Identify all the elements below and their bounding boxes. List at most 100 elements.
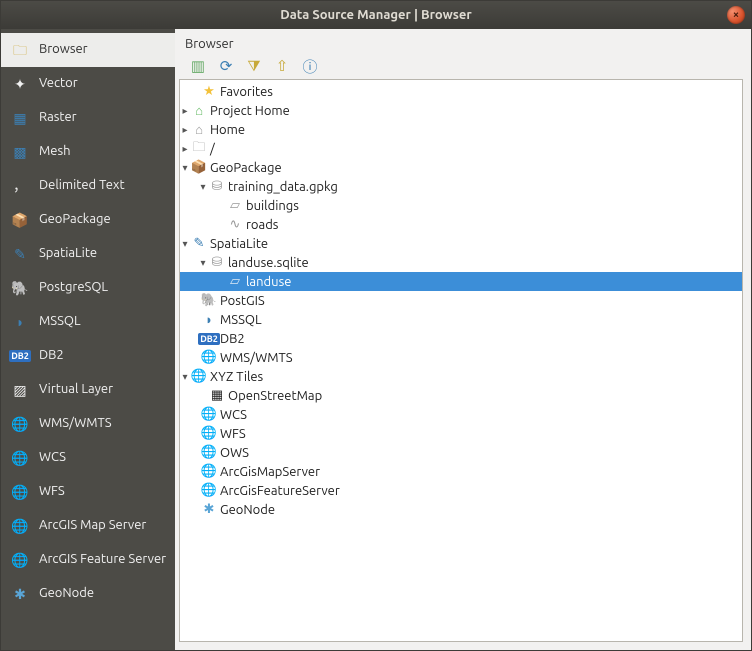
sidebar-item-browser[interactable]: 🗀 Browser (1, 33, 175, 67)
virtual-icon: ▨ (9, 379, 31, 401)
sidebar-label: DB2 (39, 348, 64, 364)
geonode-icon: ✱ (9, 583, 31, 605)
sidebar-label: MSSQL (39, 314, 81, 330)
db2-icon: DB2 (200, 331, 218, 347)
sidebar-item-geonode[interactable]: ✱ GeoNode (1, 577, 175, 611)
sidebar-label: PostgreSQL (39, 280, 108, 296)
sidebar-item-raster[interactable]: ▦ Raster (1, 101, 175, 135)
sidebar-label: GeoPackage (39, 212, 111, 228)
sidebar-item-geopackage[interactable]: 📦 GeoPackage (1, 203, 175, 237)
star-icon: ★ (200, 84, 218, 100)
tree-ows[interactable]: 🌐OWS (180, 443, 742, 462)
sidebar-label: SpatiaLite (39, 246, 97, 262)
sidebar-item-spatialite[interactable]: ✎ SpatiaLite (1, 237, 175, 271)
line-icon: ∿ (226, 217, 244, 233)
add-layer-button[interactable]: ▥ (189, 57, 207, 75)
database-icon: ⛁ (208, 255, 226, 271)
geopackage-icon: 📦 (190, 160, 208, 176)
postgres-icon: 🐘 (9, 277, 31, 299)
sidebar-label: WCS (39, 450, 66, 466)
raster-icon: ▦ (9, 107, 31, 129)
sidebar-item-virtual[interactable]: ▨ Virtual Layer (1, 373, 175, 407)
tree-db2[interactable]: DB2DB2 (180, 329, 742, 348)
sidebar-item-wfs[interactable]: 🌐 WFS (1, 475, 175, 509)
window-title: Data Source Manager | Browser (280, 8, 472, 22)
tree-wcs[interactable]: 🌐WCS (180, 405, 742, 424)
globe-icon: 🌐 (190, 369, 208, 385)
polygon-icon: ▱ (226, 198, 244, 214)
globe-icon: 🌐 (200, 445, 218, 461)
tree-geonode[interactable]: ✱GeoNode (180, 500, 742, 519)
geopackage-icon: 📦 (9, 209, 31, 231)
sidebar: 🗀 Browser ✦ Vector ▦ Raster ▩ Mesh ， Del… (1, 29, 175, 650)
tree-landuse-sqlite[interactable]: ▾⛁landuse.sqlite (180, 253, 742, 272)
tile-icon: ▦ (208, 388, 226, 404)
sidebar-label: Delimited Text (39, 178, 125, 194)
tree-home[interactable]: ▸⌂Home (180, 120, 742, 139)
polygon-icon: ▱ (226, 274, 244, 290)
wcs-icon: 🌐 (9, 447, 31, 469)
tree-mssql[interactable]: ◗MSSQL (180, 310, 742, 329)
sidebar-item-arcgismap[interactable]: 🌐 ArcGIS Map Server (1, 509, 175, 543)
sidebar-item-vector[interactable]: ✦ Vector (1, 67, 175, 101)
sidebar-label: Raster (39, 110, 77, 126)
tree-postgis[interactable]: 🐘PostGIS (180, 291, 742, 310)
sidebar-item-db2[interactable]: DB2 DB2 (1, 339, 175, 373)
home-icon: ⌂ (190, 103, 208, 119)
filter-button[interactable]: ⧩ (245, 57, 263, 75)
tree-landuse[interactable]: ▱landuse (180, 272, 742, 291)
sidebar-label: Mesh (39, 144, 71, 160)
tree-arcgismap[interactable]: 🌐ArcGisMapServer (180, 462, 742, 481)
sidebar-item-delimited[interactable]: ， Delimited Text (1, 169, 175, 203)
browser-tree[interactable]: ★Favorites ▸⌂Project Home ▸⌂Home ▸🗀/ ▾📦G… (179, 79, 743, 642)
tree-geopackage[interactable]: ▾📦GeoPackage (180, 158, 742, 177)
home-folder-icon: ⌂ (190, 122, 208, 138)
window-body: 🗀 Browser ✦ Vector ▦ Raster ▩ Mesh ， Del… (1, 29, 751, 650)
sidebar-label: GeoNode (39, 586, 94, 602)
geonode-icon: ✱ (200, 502, 218, 518)
tree-arcgisfeat[interactable]: 🌐ArcGisFeatureServer (180, 481, 742, 500)
wfs-icon: 🌐 (9, 481, 31, 503)
arcgisfeat-icon: 🌐 (9, 549, 31, 571)
spatialite-icon: ✎ (190, 236, 208, 252)
sidebar-item-mssql[interactable]: ◗ MSSQL (1, 305, 175, 339)
postgres-icon: 🐘 (200, 293, 218, 309)
sidebar-item-wcs[interactable]: 🌐 WCS (1, 441, 175, 475)
csv-icon: ， (9, 175, 31, 197)
tree-wmswmts[interactable]: 🌐WMS/WMTS (180, 348, 742, 367)
folder-icon: 🗀 (190, 141, 208, 157)
tree-buildings[interactable]: ▱buildings (180, 196, 742, 215)
tree-project-home[interactable]: ▸⌂Project Home (180, 101, 742, 120)
window: Data Source Manager | Browser × 🗀 Browse… (0, 0, 752, 651)
tree-xyztiles[interactable]: ▾🌐XYZ Tiles (180, 367, 742, 386)
tree-spatialite[interactable]: ▾✎SpatiaLite (180, 234, 742, 253)
vector-icon: ✦ (9, 73, 31, 95)
sidebar-label: ArcGIS Feature Server (39, 552, 166, 568)
close-button[interactable]: × (727, 6, 745, 24)
mssql-icon: ◗ (200, 312, 218, 328)
sidebar-item-arcgisfeat[interactable]: 🌐 ArcGIS Feature Server (1, 543, 175, 577)
sidebar-item-postgresql[interactable]: 🐘 PostgreSQL (1, 271, 175, 305)
arcgismap-icon: 🌐 (9, 515, 31, 537)
tree-favorites[interactable]: ★Favorites (180, 82, 742, 101)
browser-toolbar: ▥ ⟳ ⧩ ⇧ ⓘ (179, 53, 743, 79)
properties-button[interactable]: ⓘ (301, 57, 319, 75)
titlebar: Data Source Manager | Browser × (1, 1, 751, 29)
globe-icon: 🌐 (200, 483, 218, 499)
sidebar-label: WFS (39, 484, 65, 500)
sidebar-item-mesh[interactable]: ▩ Mesh (1, 135, 175, 169)
globe-icon: 🌐 (200, 350, 218, 366)
sidebar-label: Browser (39, 42, 88, 58)
refresh-button[interactable]: ⟳ (217, 57, 235, 75)
tree-wfs[interactable]: 🌐WFS (180, 424, 742, 443)
panel-title: Browser (179, 35, 743, 53)
tree-root[interactable]: ▸🗀/ (180, 139, 742, 158)
tree-osm[interactable]: ▦OpenStreetMap (180, 386, 742, 405)
tree-training-data[interactable]: ▾⛁training_data.gpkg (180, 177, 742, 196)
db2-icon: DB2 (9, 345, 31, 367)
spatialite-icon: ✎ (9, 243, 31, 265)
tree-roads[interactable]: ∿roads (180, 215, 742, 234)
database-icon: ⛁ (208, 179, 226, 195)
collapse-button[interactable]: ⇧ (273, 57, 291, 75)
sidebar-item-wms[interactable]: 🌐 WMS/WMTS (1, 407, 175, 441)
